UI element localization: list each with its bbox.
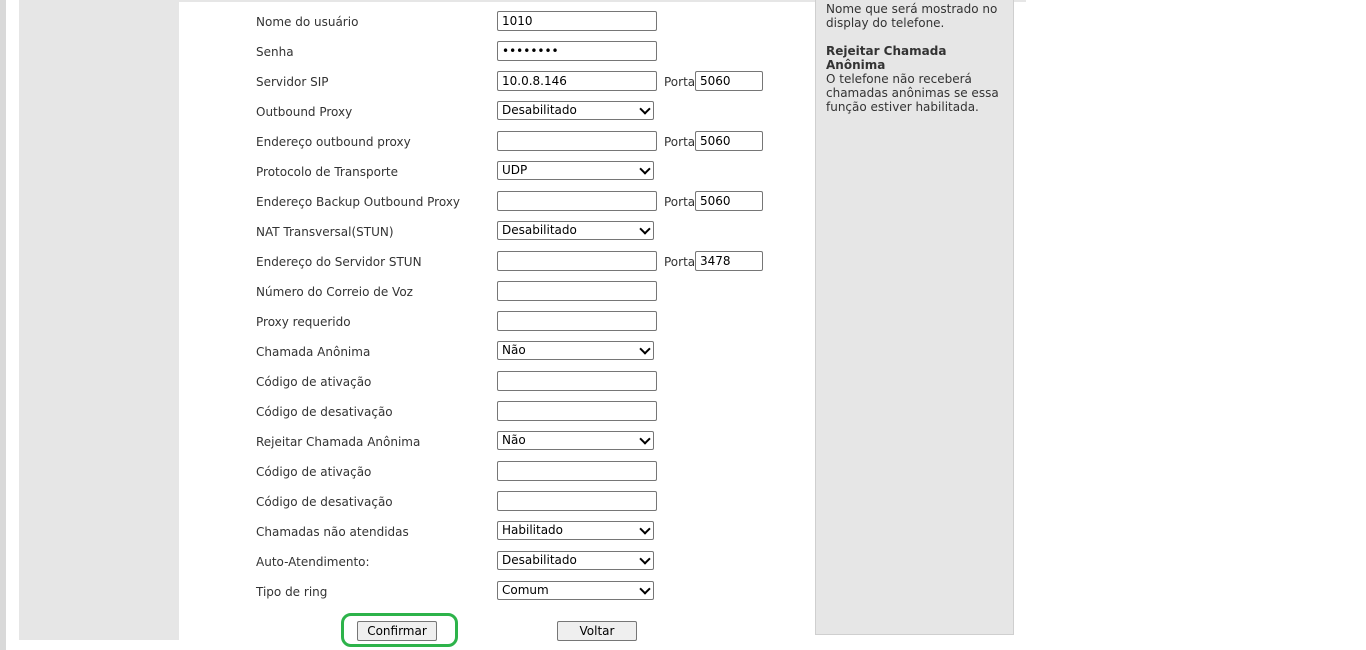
back-button[interactable]: Voltar <box>557 621 637 641</box>
sip-server-input[interactable] <box>497 71 657 91</box>
row-backup-outbound-proxy: Endereço Backup Outbound Proxy Porta <box>256 191 776 213</box>
help-display-name-text: Nome que será mostrado no display do tel… <box>826 2 998 30</box>
row-stun-server: Endereço do Servidor STUN Porta <box>256 251 776 273</box>
username-input[interactable] <box>497 11 657 31</box>
missed-calls-select[interactable]: Habilitado <box>497 521 654 540</box>
ring-type-value: Comum <box>502 583 549 597</box>
outbound-proxy-select[interactable]: Desabilitado <box>497 101 654 120</box>
confirm-button[interactable]: Confirmar <box>357 621 437 641</box>
nat-stun-value: Desabilitado <box>502 223 577 237</box>
reject-anonymous-value: Não <box>502 433 526 447</box>
stun-server-input[interactable] <box>497 251 657 271</box>
row-reject-activation: Código de ativação <box>256 461 776 483</box>
row-ring-type: Tipo de ring Comum <box>256 581 776 603</box>
left-navigation-panel <box>19 0 179 640</box>
chevron-down-icon <box>639 433 651 445</box>
row-proxy-required: Proxy requerido <box>256 311 776 333</box>
proxy-required-label: Proxy requerido <box>256 315 351 329</box>
nat-stun-select[interactable]: Desabilitado <box>497 221 654 240</box>
row-missed-calls: Chamadas não atendidas Habilitado <box>256 521 776 543</box>
stun-port-input[interactable] <box>695 251 763 271</box>
transport-value: UDP <box>502 163 528 177</box>
row-reject-anonymous: Rejeitar Chamada Anônima Não <box>256 431 776 453</box>
reject-anonymous-select[interactable]: Não <box>497 431 654 450</box>
chevron-down-icon <box>639 583 651 595</box>
help-reject-title: Rejeitar Chamada Anônima <box>826 44 947 72</box>
stun-server-label: Endereço do Servidor STUN <box>256 255 422 269</box>
row-reject-deactivation: Código de desativação <box>256 491 776 513</box>
chevron-down-icon <box>639 343 651 355</box>
outbound-proxy-address-label: Endereço outbound proxy <box>256 135 411 149</box>
reject-deactivation-label: Código de desativação <box>256 495 393 509</box>
row-anon-deactivation: Código de desativação <box>256 401 776 423</box>
anonymous-call-value: Não <box>502 343 526 357</box>
outbound-proxy-address-input[interactable] <box>497 131 657 151</box>
row-auto-answer: Auto-Atendimento: Desabilitado <box>256 551 776 573</box>
missed-calls-label: Chamadas não atendidas <box>256 525 409 539</box>
anon-deactivation-label: Código de desativação <box>256 405 393 419</box>
row-anon-activation: Código de ativação <box>256 371 776 393</box>
backup-port-label: Porta <box>664 195 696 209</box>
chevron-down-icon <box>639 523 651 535</box>
help-panel: Nome que será mostrado no display do tel… <box>815 0 1014 635</box>
anon-activation-input[interactable] <box>497 371 657 391</box>
reject-activation-input[interactable] <box>497 461 657 481</box>
backup-outbound-proxy-input[interactable] <box>497 191 657 211</box>
outbound-proxy-value: Desabilitado <box>502 103 577 117</box>
row-nat-stun: NAT Transversal(STUN) Desabilitado <box>256 221 776 243</box>
outbound-port-label: Porta <box>664 135 696 149</box>
row-transport: Protocolo de Transporte UDP <box>256 161 776 183</box>
row-password: Senha <box>256 41 776 63</box>
anonymous-call-select[interactable]: Não <box>497 341 654 360</box>
help-reject-text: O telefone não receberá chamadas anônima… <box>826 72 999 114</box>
row-anonymous-call: Chamada Anônima Não <box>256 341 776 363</box>
window-left-edge <box>0 0 6 650</box>
anon-deactivation-input[interactable] <box>497 401 657 421</box>
ring-type-label: Tipo de ring <box>256 585 328 599</box>
backup-outbound-proxy-label: Endereço Backup Outbound Proxy <box>256 195 461 209</box>
row-sip-server: Servidor SIP Porta <box>256 71 776 93</box>
sip-server-label: Servidor SIP <box>256 75 329 89</box>
chevron-down-icon <box>639 163 651 175</box>
row-outbound-proxy-address: Endereço outbound proxy Porta <box>256 131 776 153</box>
transport-label: Protocolo de Transporte <box>256 165 399 179</box>
ring-type-select[interactable]: Comum <box>497 581 654 600</box>
stun-port-label: Porta <box>664 255 696 269</box>
backup-port-input[interactable] <box>695 191 763 211</box>
voicemail-label: Número do Correio de Voz <box>256 285 413 299</box>
auto-answer-label: Auto-Atendimento: <box>256 555 370 569</box>
transport-select[interactable]: UDP <box>497 161 654 180</box>
proxy-required-input[interactable] <box>497 311 657 331</box>
chevron-down-icon <box>639 103 651 115</box>
reject-deactivation-input[interactable] <box>497 491 657 511</box>
sip-port-label: Porta <box>664 75 696 89</box>
chevron-down-icon <box>639 553 651 565</box>
row-voicemail: Número do Correio de Voz <box>256 281 776 303</box>
username-label: Nome do usuário <box>256 15 359 29</box>
reject-anonymous-label: Rejeitar Chamada Anônima <box>256 435 421 449</box>
row-outbound-proxy: Outbound Proxy Desabilitado <box>256 101 776 123</box>
password-input[interactable] <box>497 41 657 61</box>
anonymous-call-label: Chamada Anônima <box>256 345 371 359</box>
outbound-port-input[interactable] <box>695 131 763 151</box>
reject-activation-label: Código de ativação <box>256 465 372 479</box>
sip-port-input[interactable] <box>695 71 763 91</box>
password-label: Senha <box>256 45 294 59</box>
anon-activation-label: Código de ativação <box>256 375 372 389</box>
auto-answer-select[interactable]: Desabilitado <box>497 551 654 570</box>
voicemail-input[interactable] <box>497 281 657 301</box>
missed-calls-value: Habilitado <box>502 523 564 537</box>
auto-answer-value: Desabilitado <box>502 553 577 567</box>
outbound-proxy-label: Outbound Proxy <box>256 105 353 119</box>
chevron-down-icon <box>639 223 651 235</box>
nat-stun-label: NAT Transversal(STUN) <box>256 225 394 239</box>
row-username: Nome do usuário <box>256 11 776 33</box>
